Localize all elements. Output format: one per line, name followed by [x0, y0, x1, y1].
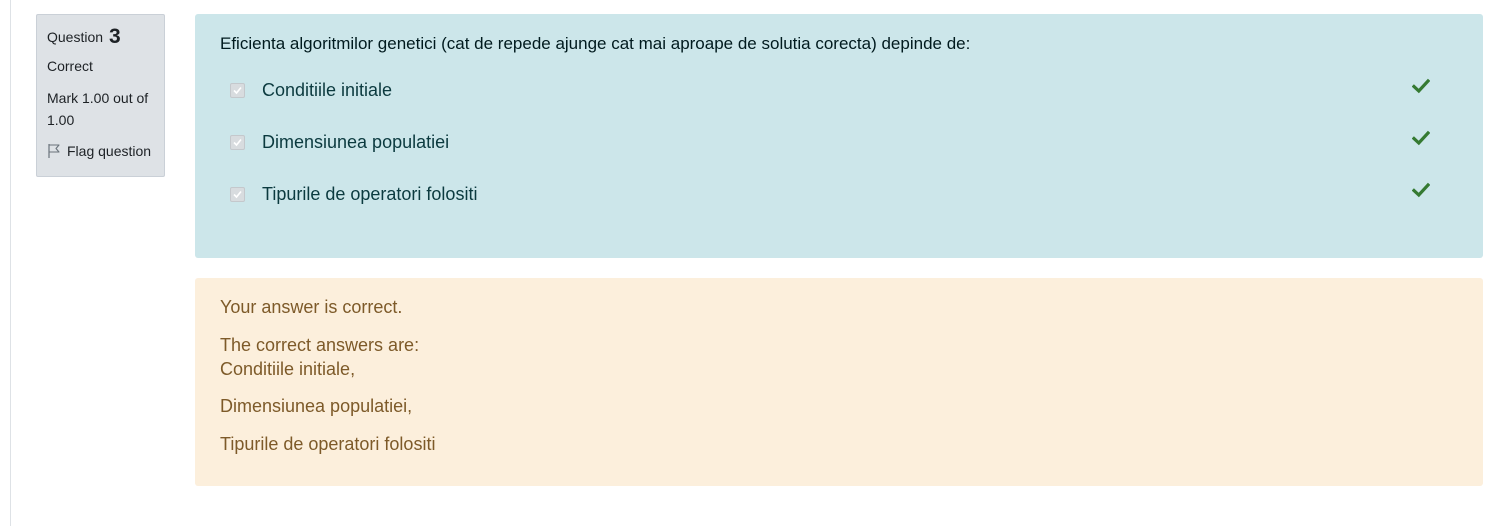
correct-answer-item: Conditiile initiale,	[220, 359, 356, 379]
answer-option[interactable]: Dimensiunea populatiei	[220, 116, 1458, 168]
flag-question-label: Flag question	[67, 143, 152, 159]
flag-question-button[interactable]: Flag question	[47, 140, 155, 162]
correct-answer-item: Dimensiunea populatiei,	[220, 396, 413, 416]
question-state: Correct	[47, 58, 93, 74]
question-text: Eficienta algoritmilor genetici (cat de …	[220, 34, 971, 53]
answer-checkbox[interactable]	[230, 186, 245, 202]
question-grade: Mark 1.00 out of 1.00	[47, 90, 149, 128]
check-icon	[1411, 130, 1431, 146]
answer-list: Conditiile initiale Dimensiunea populati…	[220, 64, 1458, 220]
question-number: 3	[108, 25, 121, 48]
question-info-panel: Question 3 Correct Mark 1.00 out of 1.00…	[36, 14, 165, 177]
answer-label: Conditiile initiale	[262, 79, 393, 100]
feedback-panel: Your answer is correct. The correct answ…	[195, 278, 1483, 486]
correct-answers-heading: The correct answers are:	[220, 335, 420, 355]
answer-label: Tipurile de operatori folositi	[262, 183, 478, 204]
answer-checkbox[interactable]	[230, 134, 245, 150]
page-left-border	[10, 0, 11, 526]
question-content: Eficienta algoritmilor genetici (cat de …	[195, 14, 1483, 258]
question-label: Question	[47, 29, 104, 45]
check-icon	[1411, 78, 1431, 94]
check-icon	[1411, 182, 1431, 198]
answer-option[interactable]: Tipurile de operatori folositi	[220, 168, 1458, 220]
answer-option[interactable]: Conditiile initiale	[220, 64, 1458, 116]
flag-icon	[47, 143, 62, 159]
question-number-row: Question 3	[47, 25, 155, 49]
quiz-review-page: Question 3 Correct Mark 1.00 out of 1.00…	[0, 0, 1498, 526]
answer-checkbox[interactable]	[230, 82, 245, 98]
correct-answer-item: Tipurile de operatori folositi	[220, 434, 436, 454]
answer-label: Dimensiunea populatiei	[262, 131, 450, 152]
general-feedback: Your answer is correct.	[220, 297, 403, 317]
